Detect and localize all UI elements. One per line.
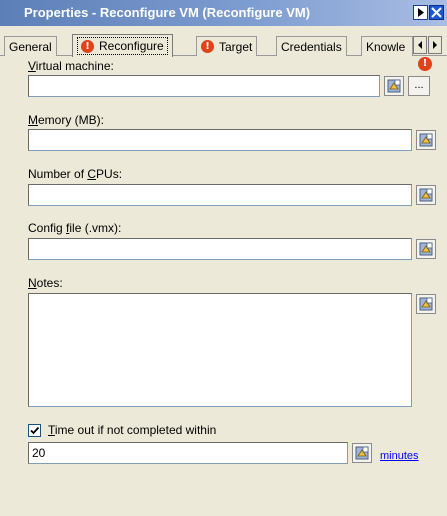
tab-general[interactable]: General xyxy=(4,36,57,56)
notes-label: Notes: xyxy=(28,276,63,290)
tab-label: Target xyxy=(219,39,253,54)
tab-scroll-right-button[interactable] xyxy=(428,36,442,54)
insert-variable-icon xyxy=(419,297,433,311)
error-icon: ! xyxy=(81,39,94,53)
window-menu-button[interactable] xyxy=(413,5,428,20)
memory-input[interactable] xyxy=(28,129,412,151)
virtual-machine-label: Virtual machine: xyxy=(28,59,114,73)
tab-knowledge[interactable]: Knowle xyxy=(361,36,413,56)
tab-label: Knowle xyxy=(366,39,406,54)
virtual-machine-browse-button[interactable]: ... xyxy=(408,76,430,96)
tab-focus-frame: ! Reconfigure xyxy=(77,37,168,55)
error-icon: ! xyxy=(418,57,432,71)
tab-label: General xyxy=(9,39,52,54)
memory-variable-button[interactable] xyxy=(416,130,436,150)
arrow-left-icon xyxy=(418,41,422,49)
window-title: Properties - Reconfigure VM (Reconfigure… xyxy=(24,5,311,20)
cpus-variable-button[interactable] xyxy=(416,185,436,205)
timeout-checkbox[interactable] xyxy=(28,424,41,437)
arrow-right-icon xyxy=(433,41,437,49)
tab-credentials[interactable]: Credentials xyxy=(276,36,347,56)
memory-label: Memory (MB): xyxy=(28,113,104,127)
insert-variable-icon xyxy=(355,446,369,460)
insert-variable-icon xyxy=(387,79,401,93)
tab-label: Credentials xyxy=(281,39,342,54)
tab-label: Reconfigure xyxy=(99,39,164,53)
cpus-label: Number of CPUs: xyxy=(28,167,123,181)
virtual-machine-variable-button[interactable] xyxy=(384,76,404,96)
checkmark-icon xyxy=(30,426,40,435)
close-button[interactable] xyxy=(429,5,444,20)
timeout-value-input[interactable]: 20 xyxy=(28,442,348,464)
tab-scroll-left-button[interactable] xyxy=(413,36,427,54)
notes-textarea[interactable] xyxy=(28,293,412,407)
properties-window: Properties - Reconfigure VM (Reconfigure… xyxy=(0,0,447,516)
tab-reconfigure[interactable]: ! Reconfigure xyxy=(72,34,173,57)
tab-strip: General ! Reconfigure ! Target Credentia… xyxy=(0,34,447,57)
play-arrow-icon xyxy=(418,8,424,17)
timeout-label[interactable]: Time out if not completed within xyxy=(48,423,216,437)
close-icon xyxy=(431,7,442,18)
cpus-input[interactable] xyxy=(28,184,412,206)
config-file-input[interactable] xyxy=(28,238,412,260)
virtual-machine-input[interactable] xyxy=(28,75,380,97)
timeout-variable-button[interactable] xyxy=(352,443,372,463)
tab-target[interactable]: ! Target xyxy=(196,36,258,56)
title-bar[interactable]: Properties - Reconfigure VM (Reconfigure… xyxy=(0,0,447,26)
timeout-unit-link[interactable]: minutes xyxy=(380,450,419,462)
notes-variable-button[interactable] xyxy=(416,294,436,314)
insert-variable-icon xyxy=(419,133,433,147)
insert-variable-icon xyxy=(419,188,433,202)
config-file-variable-button[interactable] xyxy=(416,239,436,259)
config-file-label: Config file (.vmx): xyxy=(28,221,122,235)
insert-variable-icon xyxy=(419,242,433,256)
error-icon: ! xyxy=(201,40,214,53)
